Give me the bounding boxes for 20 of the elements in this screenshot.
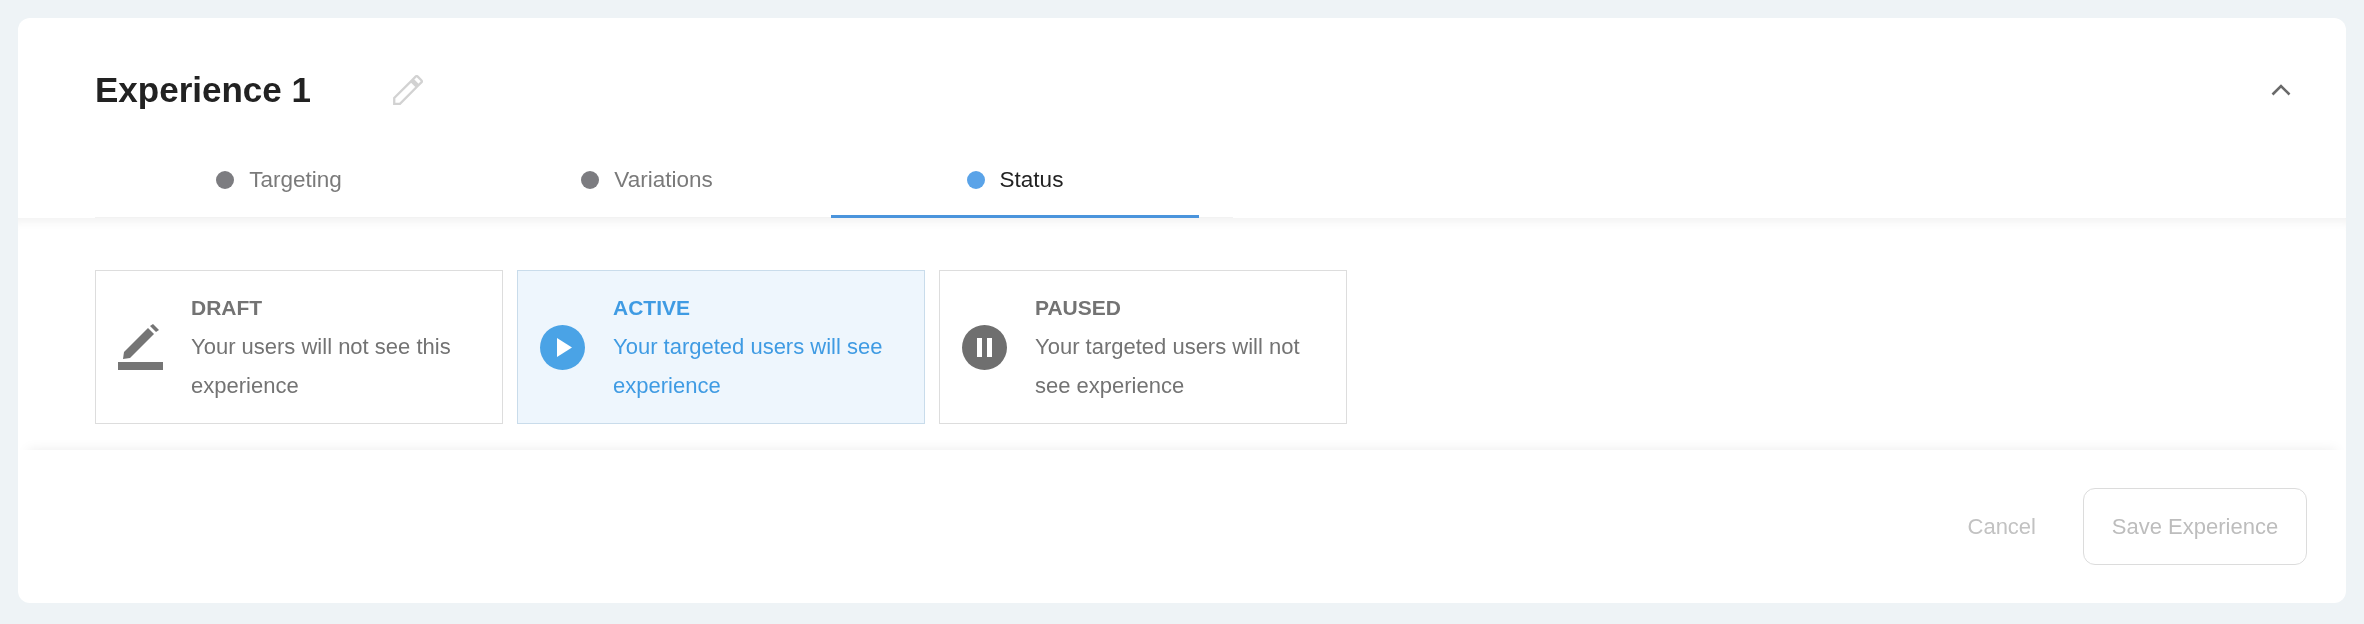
dot-icon bbox=[581, 170, 600, 189]
option-description: Your targeted users will see experience bbox=[613, 333, 884, 400]
tab[interactable]: Variations bbox=[463, 150, 831, 218]
status-option-card[interactable]: ACTIVE Your targeted users will see experience bbox=[517, 270, 925, 424]
option-title: PAUSED bbox=[1035, 295, 1122, 321]
chevron-icon[interactable] bbox=[2271, 84, 2291, 96]
dot-icon bbox=[966, 170, 985, 189]
experience-title: Experience 1 bbox=[95, 70, 311, 110]
option-title: DRAFT bbox=[191, 295, 264, 321]
play-icon bbox=[540, 324, 585, 370]
tab[interactable]: Targeting bbox=[95, 150, 463, 218]
option-title: ACTIVE bbox=[613, 295, 691, 321]
pencil-icon bbox=[118, 324, 163, 370]
option-description: Your targeted users will not see experience bbox=[1035, 333, 1301, 400]
status-option-card[interactable]: DRAFT Your users will not see this experience bbox=[95, 270, 503, 424]
tab[interactable]: Status bbox=[831, 150, 1199, 218]
status-option-card[interactable]: PAUSED Your targeted users will not see experience bbox=[939, 270, 1347, 424]
option-description: Your users will not see this experience bbox=[191, 333, 452, 400]
dot-icon bbox=[216, 170, 235, 189]
pause-icon bbox=[962, 324, 1007, 370]
